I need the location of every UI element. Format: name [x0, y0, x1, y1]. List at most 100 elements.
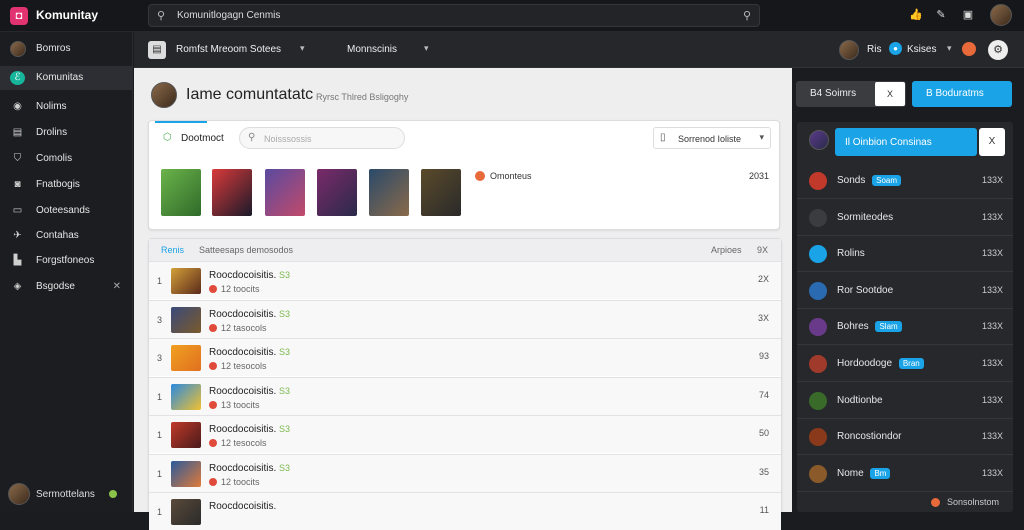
list-header-label: Satteesaps demosodos: [199, 245, 294, 255]
chevron-down-icon[interactable]: ▾: [947, 43, 952, 54]
featured-thumbnail[interactable]: [317, 169, 357, 216]
panel-top-label: Il Oinbion Consinas: [845, 137, 932, 148]
settings-icon[interactable]: ⚙: [988, 40, 1008, 60]
list-item[interactable]: 1 Roocdocoisitis. S3 12 tesocols 50: [149, 415, 781, 453]
chevron-down-icon[interactable]: ▾: [424, 43, 429, 54]
list-item[interactable]: 3 Roocdocoisitis. S3 12 tasocols 3X: [149, 299, 781, 338]
community-list-item[interactable]: Hordoodoge Bran 133X: [797, 345, 1013, 382]
list-header-tag[interactable]: Renis: [161, 245, 184, 255]
row-thumbnail[interactable]: [171, 460, 201, 487]
chevron-down-icon[interactable]: ▾: [300, 43, 305, 54]
featured-thumbnail[interactable]: [212, 169, 252, 216]
sidebar-item-ooteesands[interactable]: ▭ Ooteesands: [0, 199, 133, 223]
panel-top-button[interactable]: Il Oinbion Consinas: [835, 128, 977, 156]
featured-search-input[interactable]: ⚲ Noisssossis: [239, 127, 405, 149]
panel-close-button[interactable]: X: [979, 128, 1005, 156]
sidebar-item-label: Komunitas: [36, 72, 84, 83]
upvote-icon[interactable]: [209, 285, 217, 293]
row-thumbnail[interactable]: [171, 306, 201, 333]
sidebar-item-forgstfoneos[interactable]: ▙ Forgstfoneos: [0, 249, 133, 273]
community-list-item[interactable]: Roncostiondor 133X: [797, 418, 1013, 456]
community-list-item[interactable]: Sormiteodes 133X: [797, 199, 1013, 236]
avatar[interactable]: [839, 40, 859, 60]
featured-thumbnail[interactable]: [421, 169, 461, 216]
row-title[interactable]: Roocdocoisitis. S3: [209, 424, 290, 435]
blue-action-button[interactable]: B Boduratms: [912, 81, 1012, 107]
subbar-user-button[interactable]: Ksises: [907, 44, 936, 55]
upvote-icon[interactable]: [209, 400, 217, 409]
community-pill: Slam: [875, 321, 902, 333]
community-list-item[interactable]: Rolins 133X: [797, 235, 1013, 273]
community-list-item[interactable]: Sonds Soam 133X: [797, 162, 1013, 199]
row-thumbnail[interactable]: [171, 383, 201, 410]
flag-icon: ▙: [13, 255, 22, 266]
app-title: Komunitay: [36, 8, 99, 22]
app-logo-icon[interactable]: ◘: [10, 7, 28, 25]
sort-dropdown[interactable]: ▯ Sorrenod Ioliste ▾: [653, 127, 771, 149]
close-button[interactable]: X: [875, 82, 905, 106]
page-icon[interactable]: ▤: [148, 41, 166, 59]
upvote-icon[interactable]: [209, 439, 217, 447]
panel-footer-label: Sonsolnstom: [947, 497, 1000, 507]
row-number: 1: [157, 468, 163, 479]
featured-thumbnail[interactable]: [265, 169, 305, 216]
tool-icon: ✈: [13, 230, 22, 241]
row-title[interactable]: Roocdocoisitis. S3: [209, 347, 290, 358]
community-list-item[interactable]: Nodtionbe 133X: [797, 382, 1013, 419]
edit-icon[interactable]: ✎: [934, 8, 948, 22]
community-label: Ror Sootdoe: [837, 284, 894, 296]
list-item[interactable]: 1 Roocdocoisitis. S3 13 toocits 74: [149, 376, 781, 415]
user-avatar[interactable]: [990, 4, 1012, 26]
sidebar-item-komunitas[interactable]: ℰ Komunitas: [0, 66, 133, 90]
sidebar-item-bomros[interactable]: Bomros: [0, 37, 133, 61]
featured-thumbnail[interactable]: [161, 169, 201, 216]
sidebar-item-label: Bsgodse: [36, 281, 75, 292]
row-thumbnail[interactable]: [171, 422, 201, 448]
sidebar-item-drolins[interactable]: ▤ Drolins: [0, 121, 133, 145]
list-item[interactable]: 1 Roocdocoisitis. S3 12 toocits 35: [149, 453, 781, 492]
thumbs-up-icon[interactable]: 👍: [909, 8, 923, 22]
notification-icon[interactable]: [962, 42, 976, 56]
community-value: 133X: [981, 394, 1003, 405]
sidebar-user[interactable]: Sermottelans: [8, 483, 128, 505]
upvote-icon[interactable]: [209, 323, 217, 332]
close-icon[interactable]: ✕: [113, 281, 121, 292]
featured-thumbnail[interactable]: [369, 169, 409, 216]
window-icon[interactable]: ▣: [961, 8, 975, 22]
row-value: 35: [758, 466, 769, 477]
upvote-icon[interactable]: [209, 362, 217, 370]
row-thumbnail[interactable]: [171, 345, 201, 371]
row-title[interactable]: Roocdocoisitis. S3: [209, 270, 290, 281]
list-item[interactable]: 3 Roocdocoisitis. S3 12 tesocols 93: [149, 338, 781, 376]
community-list-item[interactable]: Bohres Slam 133X: [797, 308, 1013, 346]
sidebar-item-nolims[interactable]: ◉ Nolims: [0, 95, 133, 119]
row-title[interactable]: Roocdocoisitis. S3: [209, 386, 290, 397]
community-avatar: [151, 82, 177, 108]
row-title[interactable]: Roocdocoisitis. S3: [209, 309, 290, 320]
list-item[interactable]: 1 Roocdocoisitis. 11: [149, 492, 781, 530]
row-thumbnail[interactable]: [171, 268, 201, 294]
search-submit-icon[interactable]: ⚲: [743, 9, 751, 22]
community-label: Sormiteodes: [837, 211, 894, 223]
search-input[interactable]: Komunitlogagn Cenmis: [177, 10, 280, 21]
dark-action-button[interactable]: B4 Soimrs X: [796, 81, 906, 107]
row-number: 3: [157, 353, 163, 363]
row-title[interactable]: Roocdocoisitis.: [209, 501, 276, 512]
row-thumbnail[interactable]: [171, 499, 201, 525]
search-bar[interactable]: ⚲ Komunitlogagn Cenmis ⚲: [148, 4, 760, 27]
tab-monnscinis[interactable]: Monnscinis: [347, 44, 397, 55]
community-list-item[interactable]: Nome Bm 133X: [797, 455, 1013, 492]
page-subtitle: Ryrsc Thlred Bsligoghy: [316, 92, 409, 102]
search-icon: ⚲: [157, 10, 166, 22]
community-list-item[interactable]: Ror Sootdoe 133X: [797, 272, 1013, 309]
upvote-icon[interactable]: [209, 477, 217, 486]
sidebar-item-contahas[interactable]: ✈ Contahas: [0, 224, 133, 248]
sidebar-item-fnatbogis[interactable]: ◙ Fnatbogis: [0, 173, 133, 197]
sidebar-item-bsgodse[interactable]: ◈ Bsgodse ✕: [0, 275, 133, 299]
list-item[interactable]: 1 Roocdocoisitis. S3 12 toocits 2X: [149, 261, 781, 299]
info-icon[interactable]: ●: [889, 42, 902, 55]
sidebar-item-comolis[interactable]: ⛉ Comolis: [0, 147, 133, 171]
row-title[interactable]: Roocdocoisitis. S3: [209, 463, 290, 474]
tab-romfst[interactable]: Romfst Mreoom Sotees: [176, 44, 281, 55]
avatar: [809, 172, 827, 190]
